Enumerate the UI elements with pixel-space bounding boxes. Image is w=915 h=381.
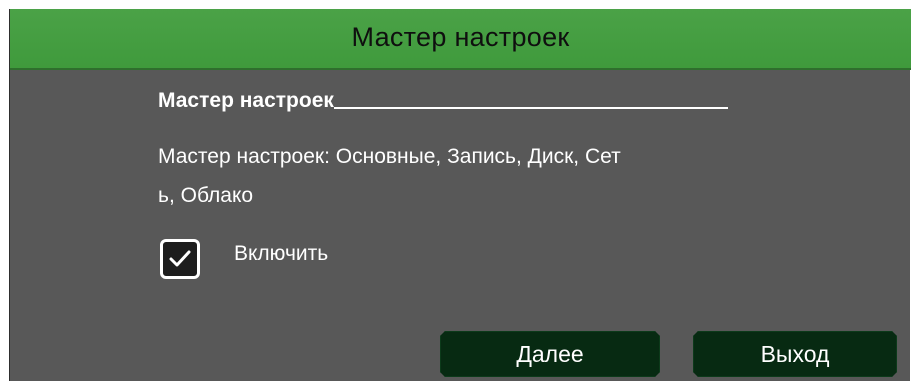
dialog-titlebar: Мастер настроек xyxy=(10,9,911,70)
enable-checkbox[interactable] xyxy=(160,239,200,279)
setup-wizard-dialog: Мастер настроек Мастер настроек Мастер н… xyxy=(9,9,911,381)
checkmark-icon xyxy=(169,250,191,267)
next-button[interactable]: Далее xyxy=(440,331,660,377)
section-heading: Мастер настроек xyxy=(158,89,334,112)
wizard-description: Мастер настроек: Основные, Запись, Диск,… xyxy=(158,137,798,215)
heading-underline xyxy=(333,107,728,109)
wizard-description-line-1: Мастер настроек: Основные, Запись, Диск,… xyxy=(158,145,621,168)
dialog-title: Мастер настроек xyxy=(351,22,570,52)
section-heading-row: Мастер настроек xyxy=(158,88,728,114)
enable-checkbox-label[interactable]: Включить xyxy=(234,242,328,266)
exit-button[interactable]: Выход xyxy=(693,331,897,377)
wizard-description-line-2: ь, Облако xyxy=(158,184,254,207)
